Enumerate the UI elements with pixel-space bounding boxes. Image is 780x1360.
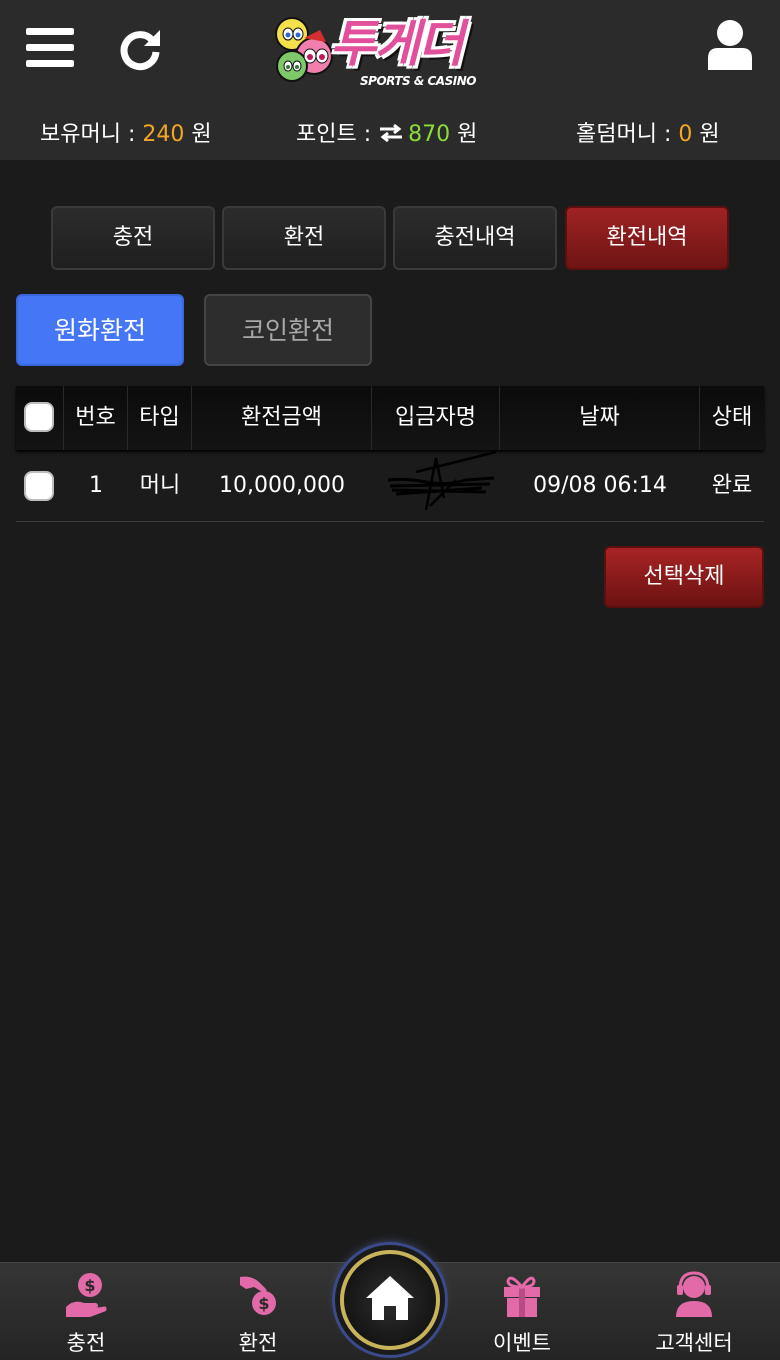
svg-text:$: $ bbox=[258, 1294, 269, 1313]
nav-withdraw-label: 환전 bbox=[238, 1331, 278, 1355]
redaction-scribble bbox=[387, 450, 496, 511]
main-tabs: 충전 환전 충전내역 환전내역 bbox=[51, 206, 729, 270]
nav-event[interactable]: 이벤트 bbox=[462, 1263, 582, 1360]
home-icon bbox=[366, 1276, 414, 1320]
logo-subtitle: SPORTS & CASINO bbox=[360, 74, 476, 88]
header: 투게더 SPORTS & CASINO 보유머니 : 240 원 포인트 : 8… bbox=[0, 0, 780, 160]
table-row: 1 머니 10,000,000 09/08 06:14 완료 bbox=[16, 450, 764, 522]
row-status: 완료 bbox=[711, 473, 753, 498]
nav-event-label: 이벤트 bbox=[493, 1331, 551, 1355]
gift-icon bbox=[504, 1276, 540, 1317]
point-amount: 870 bbox=[408, 122, 451, 147]
brand-logo[interactable]: 투게더 SPORTS & CASINO bbox=[270, 8, 510, 92]
swap-arrows-icon[interactable] bbox=[378, 123, 404, 143]
nav-deposit[interactable]: $ 충전 bbox=[26, 1263, 146, 1360]
col-number: 번호 bbox=[64, 386, 128, 450]
tab-coin-withdraw[interactable]: 코인환전 bbox=[204, 294, 372, 366]
home-button[interactable] bbox=[340, 1250, 440, 1350]
row-checkbox[interactable] bbox=[24, 471, 54, 501]
app-root: 투게더 SPORTS & CASINO 보유머니 : 240 원 포인트 : 8… bbox=[0, 0, 780, 1360]
logo-text: 투게더 bbox=[330, 15, 464, 73]
svg-text:$: $ bbox=[84, 1276, 95, 1295]
col-amount: 환전금액 bbox=[192, 386, 372, 450]
user-icon[interactable] bbox=[706, 18, 754, 70]
col-depositor: 입금자명 bbox=[372, 386, 500, 450]
row-number: 1 bbox=[89, 473, 103, 498]
tab-deposit-history[interactable]: 충전내역 bbox=[393, 206, 557, 270]
withdraw-history-table: 번호 타입 환전금액 입금자명 날짜 상태 1 머니 10,000,000 09… bbox=[16, 386, 764, 522]
hand-coin-icon: $ bbox=[66, 1273, 107, 1317]
row-amount: 10,000,000 bbox=[219, 473, 345, 498]
refresh-icon[interactable] bbox=[116, 26, 164, 74]
tab-deposit[interactable]: 충전 bbox=[51, 206, 215, 270]
point-balance[interactable]: 포인트 : 870 원 bbox=[296, 116, 477, 148]
row-type: 머니 bbox=[139, 473, 181, 498]
nav-withdraw[interactable]: $ 환전 bbox=[198, 1263, 318, 1360]
headset-agent-icon bbox=[676, 1271, 712, 1317]
tab-krw-withdraw[interactable]: 원화환전 bbox=[16, 294, 184, 366]
select-all-cell bbox=[16, 386, 64, 450]
money-amount: 240 bbox=[142, 122, 185, 147]
delete-selected-button[interactable]: 선택삭제 bbox=[604, 546, 764, 608]
tab-withdraw-history[interactable]: 환전내역 bbox=[565, 206, 729, 270]
nav-support[interactable]: 고객센터 bbox=[634, 1263, 754, 1360]
holdem-balance: 홀덤머니 : 0 원 bbox=[576, 122, 720, 147]
exchange-coin-icon: $ bbox=[240, 1276, 276, 1315]
balance-bar: 보유머니 : 240 원 포인트 : 870 원 홀덤머니 : 0 원 bbox=[0, 110, 780, 152]
nav-support-label: 고객센터 bbox=[655, 1331, 733, 1355]
col-date: 날짜 bbox=[500, 386, 700, 450]
menu-icon[interactable] bbox=[26, 28, 74, 68]
money-balance: 보유머니 : 240 원 bbox=[40, 122, 212, 147]
row-date: 09/08 06:14 bbox=[533, 473, 667, 498]
col-type: 타입 bbox=[128, 386, 192, 450]
col-status: 상태 bbox=[711, 405, 753, 430]
select-all-checkbox[interactable] bbox=[24, 402, 54, 432]
nav-deposit-label: 충전 bbox=[66, 1331, 106, 1355]
table-header: 번호 타입 환전금액 입금자명 날짜 상태 bbox=[16, 386, 764, 450]
holdem-amount: 0 bbox=[678, 122, 693, 147]
tab-withdraw[interactable]: 환전 bbox=[222, 206, 386, 270]
